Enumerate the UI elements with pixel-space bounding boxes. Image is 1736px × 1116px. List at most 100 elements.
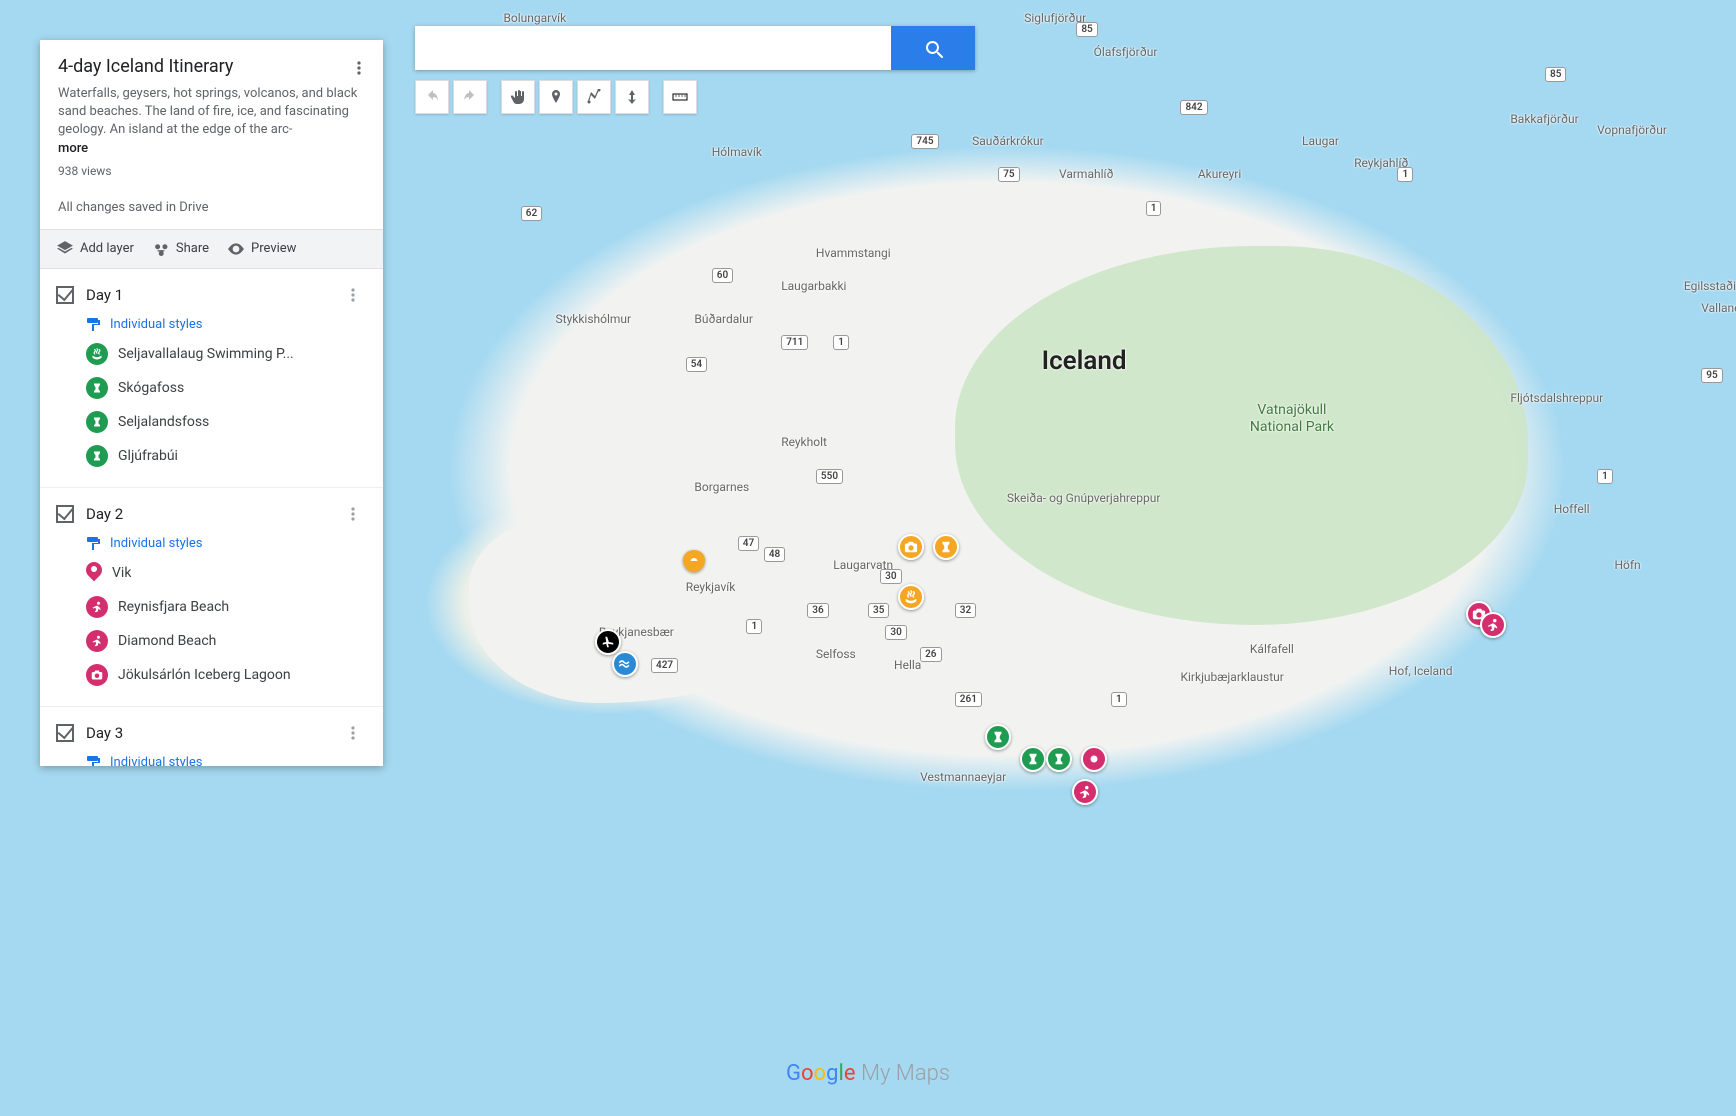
hiker-icon bbox=[86, 596, 108, 618]
layer: Day 3 Individual styles bbox=[40, 707, 383, 766]
route-shield: 1 bbox=[1597, 469, 1613, 484]
place-name: Seljavallalaug Swimming P... bbox=[118, 346, 294, 362]
national-park-shape bbox=[955, 246, 1528, 625]
add-marker-button[interactable] bbox=[539, 80, 573, 114]
more-link[interactable]: more bbox=[58, 140, 365, 158]
layer-menu-button[interactable] bbox=[339, 281, 367, 309]
search-input[interactable] bbox=[415, 26, 891, 70]
directions-icon bbox=[624, 89, 640, 105]
view-count: 938 views bbox=[58, 164, 365, 178]
place-name: Jökulsárlón Iceberg Lagoon bbox=[118, 667, 291, 683]
layer-styles-button[interactable]: Individual styles bbox=[40, 747, 383, 766]
layer-styles-label: Individual styles bbox=[110, 536, 203, 551]
city-label: Fljótsdalshreppur bbox=[1510, 391, 1603, 405]
redo-button[interactable] bbox=[453, 80, 487, 114]
map-marker-orange[interactable] bbox=[683, 550, 705, 580]
hotspring-icon bbox=[904, 590, 918, 604]
watermark: Google My Maps bbox=[786, 1061, 950, 1086]
layers-list[interactable]: Day 1 Individual styles Seljavallalaug Swi… bbox=[40, 269, 383, 766]
layer-styles-button[interactable]: Individual styles bbox=[40, 528, 383, 556]
route-shield: 1 bbox=[833, 335, 849, 350]
paint-roller-icon bbox=[86, 536, 102, 552]
layer-name[interactable]: Day 2 bbox=[86, 505, 339, 523]
add-layer-label: Add layer bbox=[80, 241, 134, 256]
layer-checkbox[interactable] bbox=[56, 286, 74, 304]
list-item[interactable]: Vik bbox=[40, 556, 383, 590]
layer-styles-label: Individual styles bbox=[110, 755, 203, 766]
map-marker-waterfall[interactable] bbox=[985, 724, 1011, 750]
search-bar bbox=[415, 26, 975, 70]
route-shield: 1 bbox=[1146, 201, 1162, 216]
draw-line-button[interactable] bbox=[577, 80, 611, 114]
map-marker-hotspring[interactable] bbox=[898, 584, 924, 610]
map-marker-plane[interactable] bbox=[595, 629, 621, 655]
route-shield: 26 bbox=[920, 647, 941, 662]
share-label: Share bbox=[176, 241, 209, 256]
save-status: All changes saved in Drive bbox=[58, 200, 365, 215]
place-name: Skógafoss bbox=[118, 380, 184, 396]
plane-icon bbox=[601, 635, 615, 649]
place-name: Reynisfjara Beach bbox=[118, 599, 229, 615]
list-item[interactable]: Reynisfjara Beach bbox=[40, 590, 383, 624]
dot-icon bbox=[1087, 752, 1101, 766]
list-item[interactable]: Jökulsárlón Iceberg Lagoon bbox=[40, 658, 383, 692]
layer-checkbox[interactable] bbox=[56, 724, 74, 742]
map-marker-waterfall[interactable] bbox=[933, 534, 959, 560]
preview-button[interactable]: Preview bbox=[227, 240, 296, 258]
hiker-icon bbox=[1078, 785, 1092, 799]
route-shield: 36 bbox=[807, 603, 828, 618]
add-layer-button[interactable]: Add layer bbox=[56, 240, 134, 258]
map-marker-dot[interactable] bbox=[1081, 746, 1107, 772]
undo-button[interactable] bbox=[415, 80, 449, 114]
layer: Day 1 Individual styles Seljavallalaug Swi… bbox=[40, 269, 383, 488]
city-label: Búðardalur bbox=[694, 312, 753, 326]
list-item[interactable]: Diamond Beach bbox=[40, 624, 383, 658]
pan-tool-button[interactable] bbox=[501, 80, 535, 114]
city-label: Laugar bbox=[1302, 134, 1339, 148]
city-label: Vestmannaeyjar bbox=[920, 770, 1006, 784]
undo-icon bbox=[424, 89, 440, 105]
city-label: Laugarvatn bbox=[833, 558, 893, 572]
map-marker-camera[interactable] bbox=[898, 534, 924, 560]
waterfall-icon bbox=[1026, 752, 1040, 766]
list-item[interactable]: Seljalandsfoss bbox=[40, 405, 383, 439]
measure-button[interactable] bbox=[663, 80, 697, 114]
map-marker-hiker[interactable] bbox=[1480, 612, 1506, 638]
search-icon bbox=[923, 38, 943, 58]
list-item[interactable]: Gljúfrabúi bbox=[40, 439, 383, 473]
route-shield: 30 bbox=[880, 569, 901, 584]
route-shield: 54 bbox=[686, 357, 707, 372]
layer-name[interactable]: Day 1 bbox=[86, 286, 339, 304]
eye-icon bbox=[227, 240, 245, 258]
directions-button[interactable] bbox=[615, 80, 649, 114]
map-marker-waves[interactable] bbox=[612, 651, 638, 677]
layer-styles-button[interactable]: Individual styles bbox=[40, 309, 383, 337]
route-shield: 550 bbox=[816, 469, 843, 484]
layer-checkbox[interactable] bbox=[56, 505, 74, 523]
map-title[interactable]: 4-day Iceland Itinerary bbox=[58, 56, 365, 77]
waves-icon bbox=[618, 657, 632, 671]
layer-name[interactable]: Day 3 bbox=[86, 724, 339, 742]
place-name: Diamond Beach bbox=[118, 633, 216, 649]
map-marker-hiker[interactable] bbox=[1072, 779, 1098, 805]
route-shield: 35 bbox=[868, 603, 889, 618]
share-button[interactable]: Share bbox=[152, 240, 209, 258]
list-item[interactable]: Seljavallalaug Swimming P... bbox=[40, 337, 383, 371]
map-marker-waterfall[interactable] bbox=[1046, 746, 1072, 772]
search-button[interactable] bbox=[891, 26, 975, 70]
city-label: Kálfafell bbox=[1250, 642, 1294, 656]
description-text: Waterfalls, geysers, hot springs, volcan… bbox=[58, 86, 357, 137]
waterfall-icon bbox=[939, 540, 953, 554]
city-label: Akureyri bbox=[1198, 167, 1241, 181]
city-label: Varmahlíð bbox=[1059, 167, 1114, 181]
panel-menu-button[interactable] bbox=[345, 54, 373, 82]
city-label: Höfn bbox=[1614, 558, 1640, 572]
map-marker-waterfall[interactable] bbox=[1020, 746, 1046, 772]
route-shield: 32 bbox=[955, 603, 976, 618]
layer-menu-button[interactable] bbox=[339, 500, 367, 528]
city-label: Selfoss bbox=[816, 647, 856, 661]
layer-menu-button[interactable] bbox=[339, 719, 367, 747]
list-item[interactable]: Skógafoss bbox=[40, 371, 383, 405]
camera-icon bbox=[86, 664, 108, 686]
city-label: Hof, Iceland bbox=[1389, 664, 1453, 678]
